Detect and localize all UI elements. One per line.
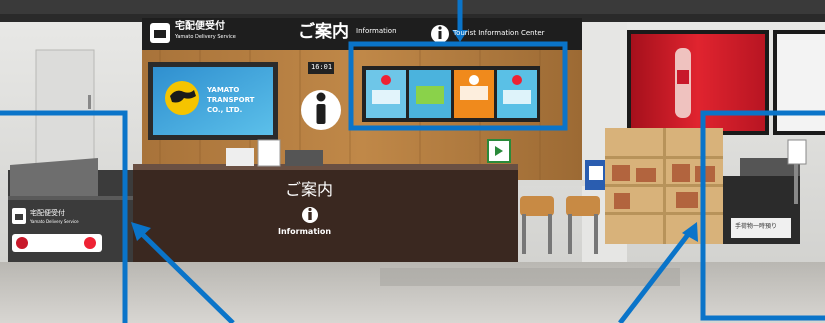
clock-text: 16:01	[311, 63, 333, 71]
counter-printer	[285, 150, 323, 166]
photo-scene: 宅配便受付 Yamato Delivery Service ご案内 Inform…	[0, 0, 825, 323]
counter-label-en: Information	[278, 227, 332, 236]
yamato-line1: YAMATO	[207, 86, 240, 94]
main-sign-right: Tourist Information Center	[453, 29, 545, 37]
left-door	[35, 49, 95, 171]
top-sign-label: 宅配便受付	[175, 21, 225, 32]
main-sign-en: Information	[356, 27, 397, 35]
main-sign-jp: ご案内	[298, 22, 349, 42]
counter-card	[226, 148, 254, 166]
stand-sign	[787, 139, 807, 165]
counter-label-jp: ご案内	[285, 180, 334, 199]
right-ad	[777, 34, 825, 131]
scene-svg	[0, 0, 825, 323]
coke-ad	[631, 34, 765, 131]
luggage-sign-label: 手荷物一時預り	[735, 223, 778, 230]
yamato-line3: CO., LTD.	[207, 106, 243, 114]
side-panel-label: 宅配便受付	[30, 209, 65, 217]
top-sign-sublabel: Yamato Delivery Service	[175, 34, 236, 40]
side-panel-sub: Yamato Delivery Service	[30, 219, 79, 224]
yamato-line2: TRANSPORT	[207, 96, 255, 104]
